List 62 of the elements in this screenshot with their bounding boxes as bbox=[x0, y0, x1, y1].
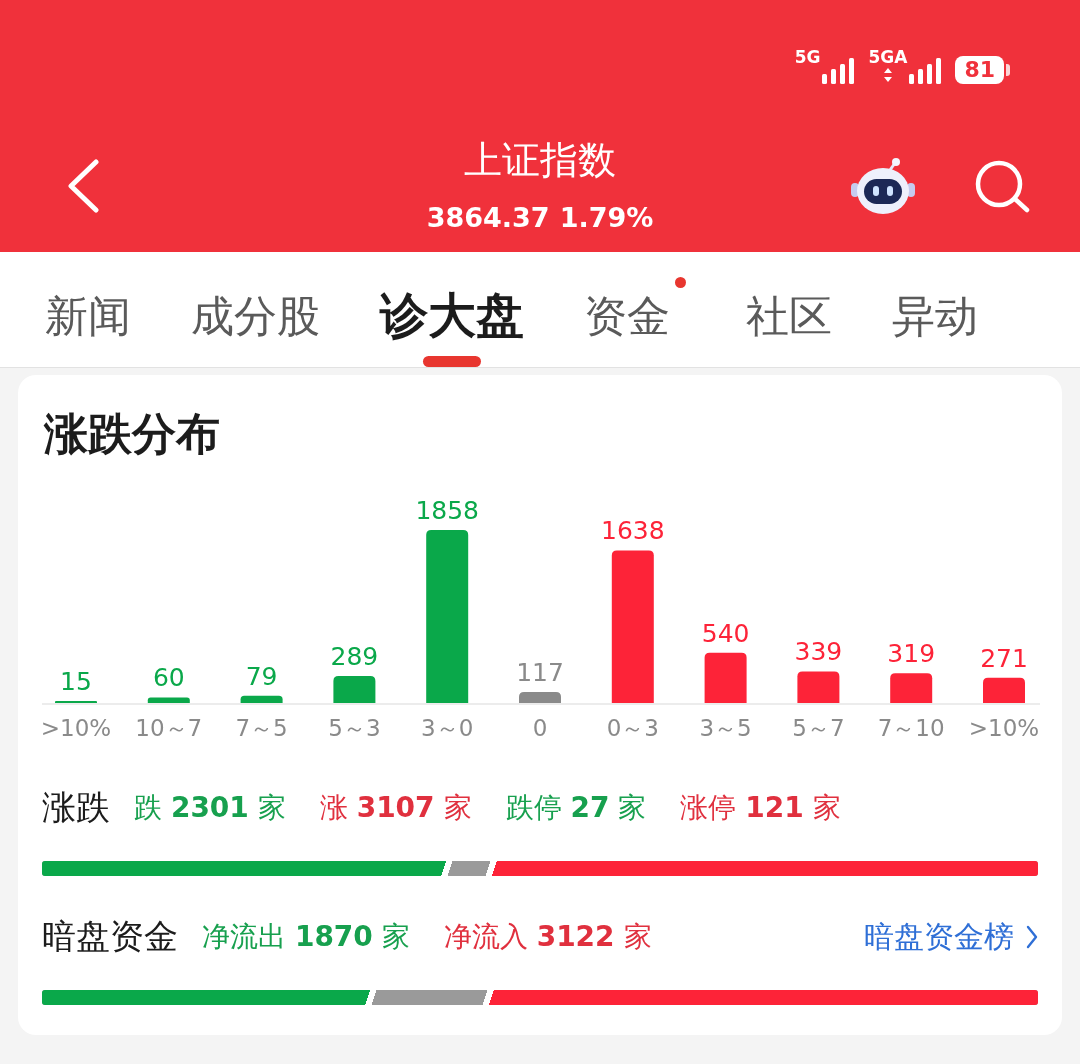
signal-icon bbox=[909, 58, 944, 84]
tab[interactable]: 异动 bbox=[892, 252, 978, 367]
category-label: 10～7 bbox=[135, 715, 203, 741]
bar bbox=[797, 671, 840, 703]
search-button[interactable] bbox=[974, 159, 1030, 213]
value-label: 319 bbox=[887, 639, 936, 669]
value-label: 271 bbox=[980, 643, 1028, 673]
chevron-right-icon bbox=[1026, 925, 1038, 949]
robot-icon bbox=[850, 157, 916, 215]
tab[interactable]: 社区 bbox=[746, 252, 832, 367]
tab[interactable]: 成分股 bbox=[191, 252, 320, 367]
stat-count: 跌 2301 家 bbox=[134, 790, 286, 826]
section-title: 涨跌分布 bbox=[42, 407, 221, 461]
bar bbox=[519, 692, 561, 703]
search-icon bbox=[974, 159, 1030, 213]
row-label: 暗盘资金 bbox=[42, 915, 178, 958]
bar bbox=[240, 695, 283, 703]
category-label: >10% bbox=[40, 715, 112, 741]
value-label: 79 bbox=[245, 661, 278, 691]
stat-count: 净流出 1870 家 bbox=[202, 919, 410, 955]
stat-count: 净流入 3122 家 bbox=[443, 919, 652, 955]
bar bbox=[704, 652, 747, 703]
battery-indicator: 81 bbox=[955, 56, 1010, 84]
category-label: 3～0 bbox=[421, 715, 474, 741]
stat-count: 跌停 27 家 bbox=[505, 790, 647, 826]
bar bbox=[147, 697, 190, 703]
value-label: 1638 bbox=[601, 516, 665, 546]
ranking-link[interactable]: 暗盘资金榜 bbox=[864, 916, 1038, 958]
index-change: 1.79% bbox=[559, 201, 654, 235]
bar bbox=[890, 673, 933, 703]
value-label: 289 bbox=[330, 642, 379, 672]
tab[interactable]: 新闻 bbox=[45, 252, 131, 367]
stat-count: 涨 3107 家 bbox=[319, 790, 472, 826]
value-label: 117 bbox=[516, 658, 564, 688]
category-label: 5～3 bbox=[328, 715, 381, 741]
category-label: 7～10 bbox=[877, 715, 945, 741]
tab[interactable]: 诊大盘 bbox=[380, 252, 524, 367]
value-label: 1858 bbox=[415, 496, 479, 525]
signal-icon bbox=[822, 58, 857, 84]
network-label: 5GA bbox=[868, 48, 908, 66]
assistant-button[interactable] bbox=[850, 157, 916, 215]
back-button[interactable] bbox=[66, 159, 100, 213]
value-label: 15 bbox=[60, 667, 92, 696]
category-label: 0 bbox=[532, 715, 548, 741]
tab[interactable]: 资金 bbox=[584, 252, 686, 367]
value-label: 339 bbox=[794, 637, 843, 667]
value-label: 60 bbox=[152, 663, 185, 693]
bar bbox=[983, 677, 1025, 703]
category-label: >10% bbox=[968, 715, 1040, 741]
row-label: 涨跌 bbox=[42, 786, 110, 829]
category-label: 7～5 bbox=[235, 715, 288, 741]
stat-count: 涨停 121 家 bbox=[680, 790, 841, 826]
value-label: 540 bbox=[701, 618, 750, 648]
index-title: 上证指数 bbox=[464, 137, 616, 183]
tab-underline bbox=[423, 356, 481, 367]
category-label: 5～7 bbox=[792, 715, 845, 741]
category-label: 0～3 bbox=[606, 715, 659, 741]
category-label: 3～5 bbox=[699, 715, 752, 741]
index-price: 3864.37 bbox=[426, 201, 550, 235]
network-label: 5G bbox=[794, 48, 821, 66]
bar bbox=[333, 676, 376, 703]
back-chevron-icon bbox=[66, 159, 100, 213]
